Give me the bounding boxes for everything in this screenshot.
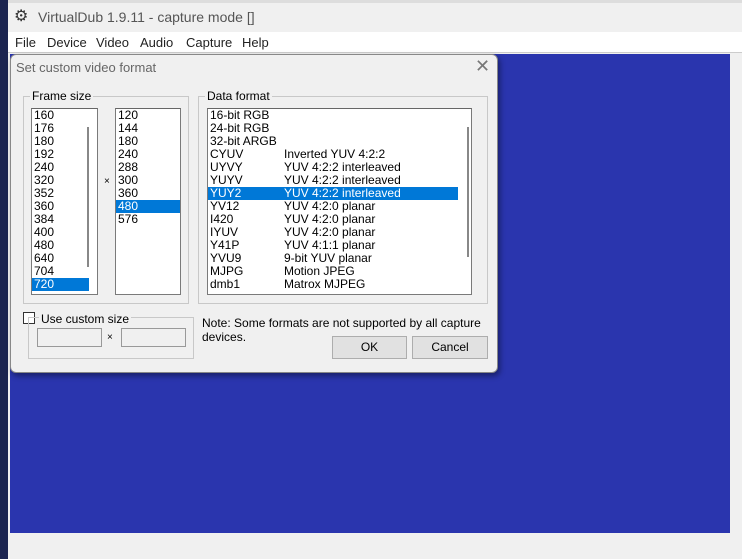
- format-code: CYUV: [210, 147, 244, 161]
- frame-size-label: Frame size: [30, 89, 94, 103]
- format-code: I420: [210, 212, 234, 226]
- desktop-edge: [0, 0, 8, 559]
- ok-button[interactable]: OK: [332, 336, 407, 359]
- format-code: YV12: [210, 199, 240, 213]
- format-code: 32-bit ARGB: [210, 134, 277, 148]
- menu-file[interactable]: File: [15, 35, 36, 50]
- format-code: 24-bit RGB: [210, 121, 270, 135]
- format-code: YVU9: [210, 251, 242, 265]
- format-code: 16-bit RGB: [210, 108, 270, 122]
- menu-audio[interactable]: Audio: [140, 35, 173, 50]
- custom-times-sign: ×: [107, 332, 113, 343]
- format-code: dmb1: [210, 277, 241, 291]
- custom-height-input[interactable]: [121, 328, 186, 347]
- width-scrollbar[interactable]: [87, 127, 89, 267]
- custom-width-input[interactable]: [37, 328, 102, 347]
- cancel-button[interactable]: Cancel: [412, 336, 488, 359]
- list-item[interactable]: 720: [32, 278, 89, 291]
- format-code: YUYV: [210, 173, 243, 187]
- menu-capture[interactable]: Capture: [186, 35, 232, 50]
- format-code: YUY2: [210, 186, 242, 200]
- menu-help[interactable]: Help: [242, 35, 269, 50]
- format-description: Matrox MJPEG: [284, 277, 366, 291]
- list-item[interactable]: 576: [116, 213, 180, 226]
- height-listbox[interactable]: 120 144 180 240 288 300 360 480 576: [115, 108, 181, 295]
- app-icon: ⚙: [14, 8, 29, 25]
- menu-bar: File Device Video Audio Capture Help: [8, 32, 742, 53]
- menu-video[interactable]: Video: [96, 35, 129, 50]
- format-code: MJPG: [210, 264, 244, 278]
- format-scrollbar[interactable]: [467, 127, 469, 257]
- format-code: UYVY: [210, 160, 243, 174]
- format-code: Y41P: [210, 238, 240, 252]
- use-custom-size-label[interactable]: Use custom size: [39, 312, 132, 326]
- times-sign: ×: [104, 176, 110, 187]
- custom-video-format-dialog: Set custom video format ✕ Frame size 160…: [10, 54, 498, 373]
- close-icon[interactable]: ✕: [475, 56, 490, 77]
- format-code: IYUV: [210, 225, 239, 239]
- menu-device[interactable]: Device: [47, 35, 87, 50]
- window-title: VirtualDub 1.9.11 - capture mode []: [38, 9, 255, 25]
- data-format-listbox[interactable]: 16-bit RGB 24-bit RGB 32-bit ARGB CYUV Inver…: [207, 108, 472, 295]
- data-format-label: Data format: [205, 89, 272, 103]
- dialog-title: Set custom video format: [16, 60, 157, 75]
- format-item[interactable]: dmb1 Matrox MJPEG: [208, 278, 458, 291]
